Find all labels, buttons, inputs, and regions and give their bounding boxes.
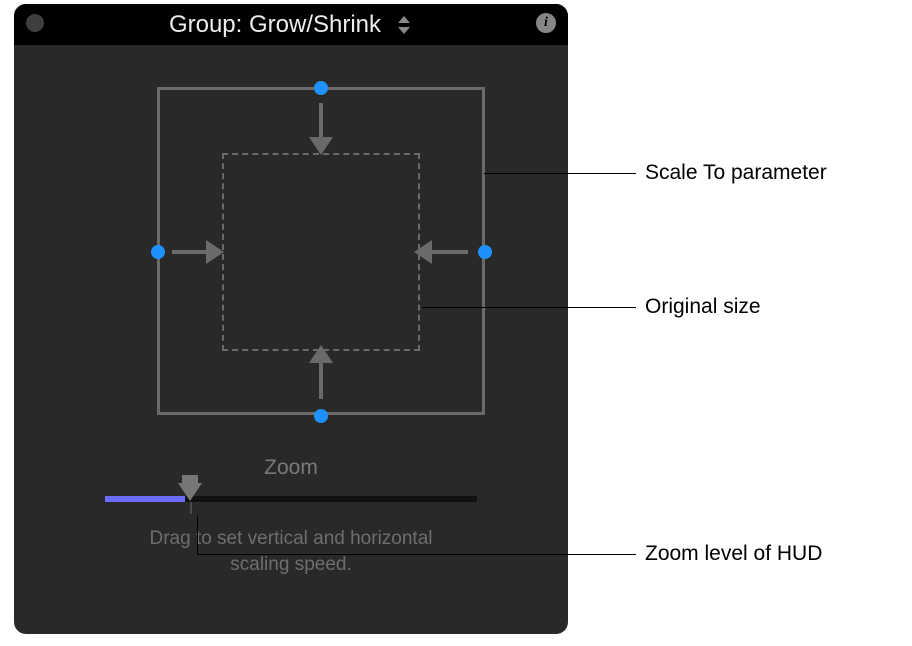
updown-icon [395,12,413,38]
arrow-up-head-icon [309,345,333,363]
zoom-slider-fill [105,496,185,502]
original-size-box [222,153,420,351]
hud-header: Group: Grow/Shrink i [14,4,568,45]
callout-line-zoom-v [197,515,198,555]
zoom-section: Zoom Drag to set vertical and horizontal… [14,456,568,577]
callout-line-zoom-h [197,554,636,555]
zoom-slider[interactable] [105,496,477,502]
scale-handle-bottom[interactable] [314,409,328,423]
arrow-down-head-icon [309,137,333,155]
zoom-help-text: Drag to set vertical and horizontal scal… [14,526,568,577]
scale-handle-left[interactable] [151,245,165,259]
help-line-2: scaling speed. [230,554,351,575]
zoom-slider-thumb[interactable] [178,483,202,501]
callout-scale-to: Scale To parameter [645,161,827,185]
arrow-left-icon [428,250,468,254]
arrow-left-head-icon [414,240,432,264]
hud-title: Group: Grow/Shrink [169,11,381,39]
callout-original: Original size [645,295,761,319]
hud-panel: Group: Grow/Shrink i [14,4,568,634]
zoom-label: Zoom [14,456,568,480]
hud-title-dropdown[interactable]: Group: Grow/Shrink [14,4,568,45]
help-line-1: Drag to set vertical and horizontal [149,528,432,549]
scale-handle-right[interactable] [478,245,492,259]
arrow-right-head-icon [206,240,224,264]
info-icon[interactable]: i [536,13,556,33]
callout-zoom: Zoom level of HUD [645,542,822,566]
callout-line-original [422,307,636,308]
arrow-up-icon [319,359,323,399]
callout-line-scale-to [484,173,636,174]
scale-handle-top[interactable] [314,81,328,95]
slider-tick [190,502,192,514]
scale-visualization[interactable] [14,45,568,445]
